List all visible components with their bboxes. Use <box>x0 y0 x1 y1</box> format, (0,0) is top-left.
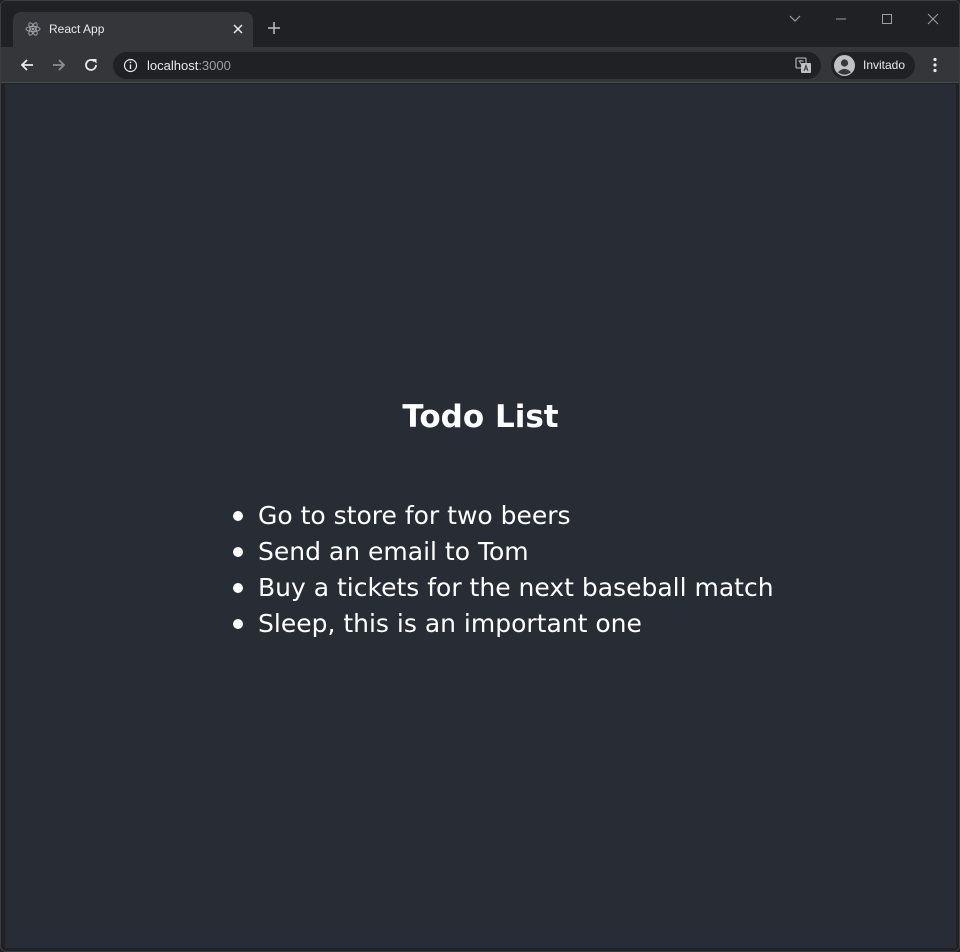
page-viewport: Todo List Go to store for two beers Send… <box>5 84 956 948</box>
todo-text: Go to store for two beers <box>258 501 571 530</box>
maximize-icon[interactable] <box>875 7 899 31</box>
todo-text: Sleep, this is an important one <box>258 609 642 638</box>
browser-toolbar: localhost:3000 Invitado <box>1 47 959 83</box>
address-bar[interactable]: localhost:3000 <box>113 52 821 79</box>
tab-search-chevron-icon[interactable] <box>783 7 807 31</box>
todo-item: Send an email to Tom <box>231 534 774 570</box>
back-arrow-icon[interactable] <box>14 52 40 78</box>
todo-item: Sleep, this is an important one <box>231 606 774 642</box>
url-port: :3000 <box>198 58 231 73</box>
todo-text: Buy a tickets for the next baseball matc… <box>258 573 774 602</box>
tab-title: React App <box>49 22 105 36</box>
bullet-icon <box>233 547 243 557</box>
profile-label: Invitado <box>863 58 906 72</box>
page-title: Todo List <box>402 399 559 435</box>
todo-list: Go to store for two beers Send an email … <box>231 498 774 642</box>
tab-strip: React App <box>1 1 959 47</box>
person-icon <box>834 55 855 76</box>
new-tab-icon[interactable] <box>263 17 285 39</box>
bullet-icon <box>233 583 243 593</box>
bullet-icon <box>233 511 243 521</box>
profile-button[interactable]: Invitado <box>831 52 915 79</box>
kebab-menu-icon[interactable] <box>922 52 948 78</box>
translate-icon[interactable] <box>795 57 812 74</box>
reload-icon[interactable] <box>78 52 104 78</box>
forward-arrow-icon[interactable] <box>46 52 72 78</box>
browser-window: React App localhost:3000 Invitado Todo L… <box>0 0 960 952</box>
close-tab-icon[interactable] <box>229 20 247 38</box>
url-text[interactable]: localhost:3000 <box>147 58 231 73</box>
minimize-icon[interactable] <box>829 7 853 31</box>
bullet-icon <box>233 619 243 629</box>
browser-tab[interactable]: React App <box>13 12 253 47</box>
todo-item: Buy a tickets for the next baseball matc… <box>231 570 774 606</box>
info-icon[interactable] <box>123 58 138 73</box>
todo-text: Send an email to Tom <box>258 537 529 566</box>
react-atom-icon <box>25 21 41 37</box>
close-window-icon[interactable] <box>921 7 945 31</box>
todo-item: Go to store for two beers <box>231 498 774 534</box>
url-host: localhost <box>147 58 199 73</box>
